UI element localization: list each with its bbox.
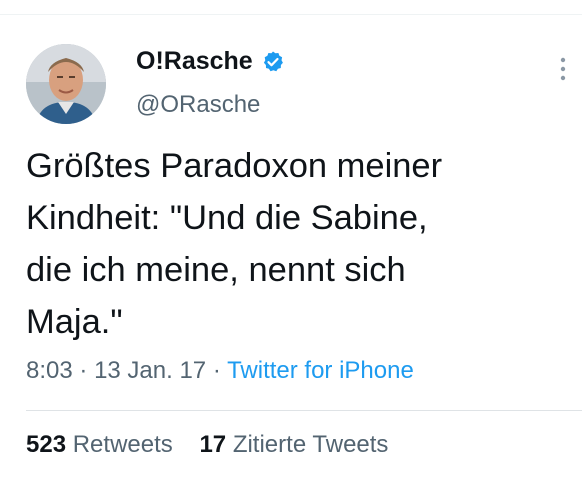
avatar[interactable] <box>26 44 106 124</box>
meta-separator: · <box>212 357 221 384</box>
tweet-stats: 523 Retweets 17 Zitierte Tweets <box>26 431 388 459</box>
tweet-source-link[interactable]: Twitter for iPhone <box>227 357 414 384</box>
user-handle[interactable]: @ORasche <box>136 91 260 119</box>
retweets-stat[interactable]: 523 Retweets <box>26 431 173 458</box>
author-name-row: O!Rasche <box>136 47 285 76</box>
avatar-photo <box>26 44 106 124</box>
retweets-count: 523 <box>26 431 67 458</box>
tweet-text: Größtes Paradoxon meiner Kindheit: "Und … <box>26 147 443 341</box>
quotes-count: 17 <box>199 431 227 458</box>
tweet-date[interactable]: 13 Jan. 17 <box>94 357 206 384</box>
top-divider <box>0 14 582 15</box>
quotes-label: Zitierte Tweets <box>232 431 389 458</box>
verified-badge-icon <box>261 50 285 74</box>
retweets-label: Retweets <box>72 431 173 458</box>
tweet-time[interactable]: 8:03 <box>26 357 73 384</box>
quotes-stat[interactable]: 17 Zitierte Tweets <box>199 431 388 458</box>
more-vertical-icon[interactable] <box>560 56 566 84</box>
meta-separator: · <box>79 357 88 384</box>
tweet-metadata: 8:03 · 13 Jan. 17 · Twitter for iPhone <box>26 357 414 385</box>
display-name[interactable]: O!Rasche <box>136 47 253 76</box>
stats-divider <box>26 410 582 411</box>
